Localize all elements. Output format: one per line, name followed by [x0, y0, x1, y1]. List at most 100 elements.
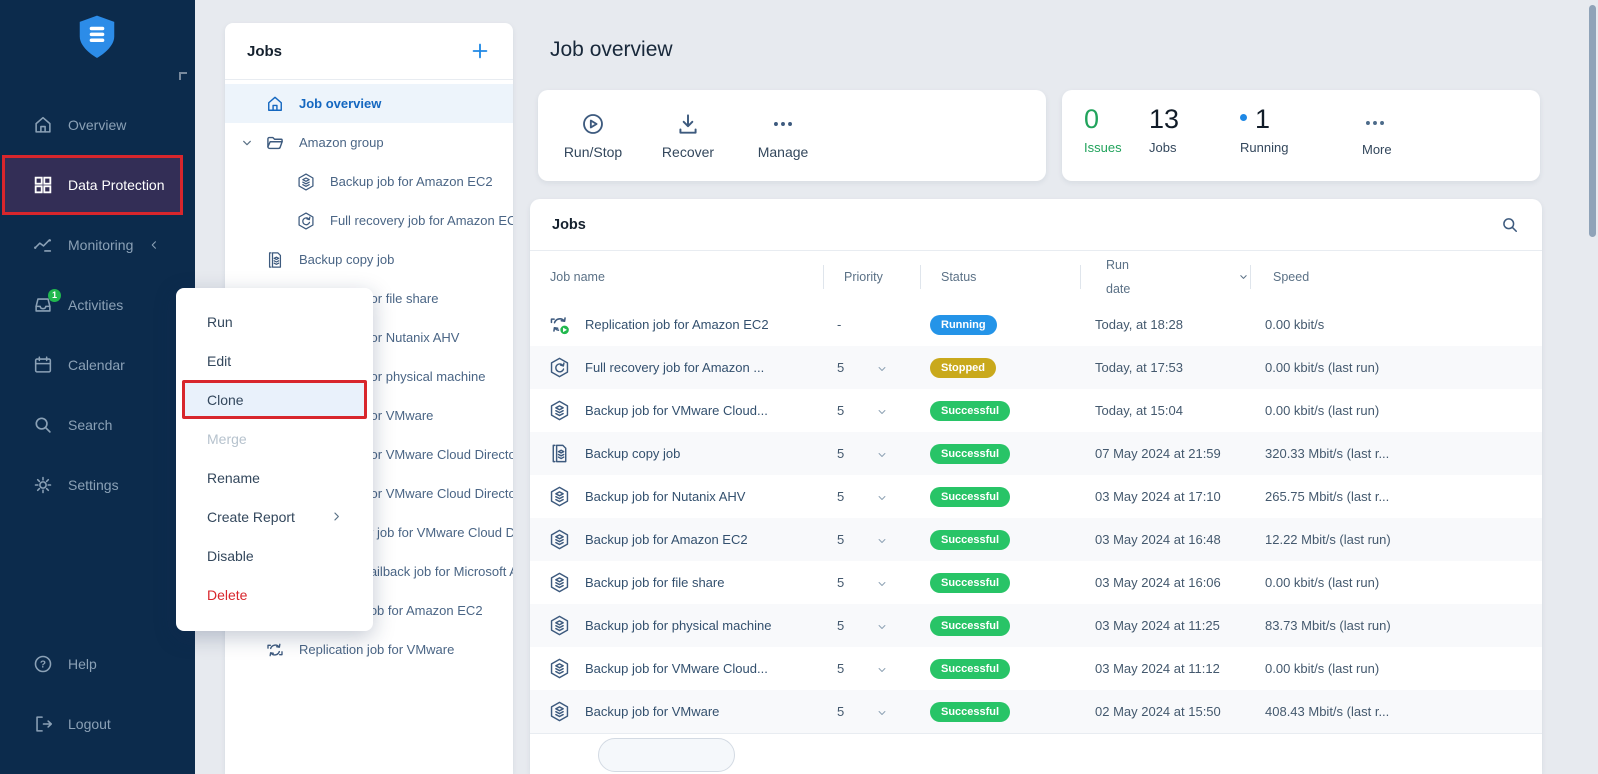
priority-dropdown[interactable] — [875, 576, 889, 590]
sidebar-item-settings[interactable]: Settings — [0, 455, 195, 515]
sidebar-item-logout[interactable]: Logout — [0, 694, 195, 754]
speed-cell: 0.00 kbit/s (last run) — [1250, 575, 1542, 590]
job-name-cell: Full recovery job for Amazon ... — [530, 356, 823, 379]
job-name-cell: Backup copy job — [530, 442, 823, 465]
table-search-button[interactable] — [1500, 215, 1520, 235]
backup-icon — [296, 172, 316, 192]
job-name: Backup job for VMware Cloud... — [585, 661, 768, 676]
priority-dropdown[interactable] — [875, 662, 889, 676]
table-row[interactable]: Backup job for file share5Successful03 M… — [530, 561, 1542, 604]
tree-item-backup-copy-job[interactable]: Backup copy job — [225, 240, 513, 279]
vertical-scrollbar-thumb[interactable] — [1589, 5, 1596, 237]
stat-more[interactable]: More — [1362, 104, 1392, 157]
run-date-cell: Today, at 15:04 — [1080, 403, 1250, 418]
tree-item-backup-job-for-amazon-ec2[interactable]: Backup job for Amazon EC2 — [225, 162, 513, 201]
stat-value: 0 — [1084, 104, 1099, 134]
column-header-priority[interactable]: Priority — [823, 265, 920, 289]
calendar-icon — [32, 354, 54, 376]
table-row[interactable]: Backup job for physical machine5Successf… — [530, 604, 1542, 647]
pagination-button[interactable] — [598, 738, 735, 772]
priority-value: 5 — [837, 532, 844, 547]
stat-running[interactable]: 1Running — [1240, 104, 1288, 155]
ellipsis-icon — [770, 111, 796, 137]
context-menu-item-edit[interactable]: Edit — [176, 341, 373, 380]
menu-item-label: Disable — [207, 548, 254, 564]
run-date-cell: Today, at 18:28 — [1080, 317, 1250, 332]
chevron-down-icon — [875, 706, 889, 720]
table-row[interactable]: Backup job for Nutanix AHV5Successful03 … — [530, 475, 1542, 518]
table-row[interactable]: Backup job for VMware5Successful02 May 2… — [530, 690, 1542, 733]
stat-issues[interactable]: 0Issues — [1084, 104, 1122, 155]
speed-cell: 0.00 kbit/s (last run) — [1250, 661, 1542, 676]
priority-dropdown[interactable] — [875, 533, 889, 547]
activities-count-badge: 1 — [48, 289, 61, 302]
column-header-run-date[interactable]: Run date — [1080, 265, 1250, 289]
toolbar-button-manage[interactable]: Manage — [743, 90, 823, 181]
recovery-icon — [296, 211, 316, 231]
sidebar-item-overview[interactable]: Overview — [0, 95, 195, 155]
context-menu-item-clone[interactable]: Clone — [182, 380, 367, 419]
run-date-cell: 03 May 2024 at 16:48 — [1080, 532, 1250, 547]
context-menu-item-rename[interactable]: Rename — [176, 458, 373, 497]
column-header-label: Job name — [550, 270, 605, 284]
context-menu-item-run[interactable]: Run — [176, 302, 373, 341]
table-row[interactable]: Full recovery job for Amazon ...5Stopped… — [530, 346, 1542, 389]
priority-dropdown[interactable] — [875, 619, 889, 633]
tree-item-label: Replication job for VMware — [299, 642, 454, 657]
status-badge: Running — [930, 315, 997, 335]
sidebar-item-search[interactable]: Search — [0, 395, 195, 455]
tree-item-label: Job overview — [299, 96, 381, 111]
sidebar-item-activities[interactable]: 1Activities — [0, 275, 195, 335]
column-header-label: Status — [941, 270, 976, 284]
table-row[interactable]: Backup copy job5Successful07 May 2024 at… — [530, 432, 1542, 475]
context-menu-item-disable[interactable]: Disable — [176, 536, 373, 575]
job-name-cell: Backup job for Amazon EC2 — [530, 528, 823, 551]
job-name: Backup copy job — [585, 446, 680, 461]
job-name: Backup job for Nutanix AHV — [585, 489, 745, 504]
sidebar-item-calendar[interactable]: Calendar — [0, 335, 195, 395]
home-icon — [265, 94, 285, 114]
context-menu-item-delete[interactable]: Delete — [176, 575, 373, 614]
status-cell: Successful — [920, 573, 1080, 593]
column-header-job-name[interactable]: Job name — [530, 265, 823, 289]
priority-dropdown[interactable] — [875, 705, 889, 719]
toolbar-button-run-stop[interactable]: Run/Stop — [553, 90, 633, 181]
toolbar-button-recover[interactable]: Recover — [648, 90, 728, 181]
table-row[interactable]: Backup job for VMware Cloud...5Successfu… — [530, 389, 1542, 432]
tree-item-label: Backup copy job — [299, 252, 394, 267]
corner-mark — [179, 72, 187, 80]
priority-dropdown[interactable] — [875, 361, 889, 375]
context-menu-item-create-report[interactable]: Create Report — [176, 497, 373, 536]
tree-item-job-overview[interactable]: Job overview — [225, 84, 513, 123]
column-header-speed[interactable]: Speed — [1250, 265, 1542, 289]
tree-item-label: Amazon group — [299, 135, 384, 150]
priority-dropdown[interactable] — [875, 490, 889, 504]
sidebar-item-monitoring[interactable]: Monitoring — [0, 215, 195, 275]
run-date-cell: 03 May 2024 at 17:10 — [1080, 489, 1250, 504]
play-circle-icon — [580, 111, 606, 137]
sidebar-item-data-protection[interactable]: Data Protection — [2, 155, 183, 215]
add-job-button[interactable] — [469, 40, 491, 62]
tree-item-replication-job-for-vmware[interactable]: Replication job for VMware — [225, 630, 513, 669]
status-cell: Stopped — [920, 358, 1080, 378]
speed-cell: 12.22 Mbit/s (last run) — [1250, 532, 1542, 547]
table-row[interactable]: Replication job for Amazon EC2-RunningTo… — [530, 303, 1542, 346]
table-row[interactable]: Backup job for Amazon EC25Successful03 M… — [530, 518, 1542, 561]
priority-dropdown[interactable] — [875, 404, 889, 418]
stat-jobs[interactable]: 13Jobs — [1149, 104, 1179, 155]
tree-item-amazon-group[interactable]: Amazon group — [225, 123, 513, 162]
column-header-status[interactable]: Status — [920, 265, 1080, 289]
context-menu-item-merge: Merge — [176, 419, 373, 458]
sidebar-item-help[interactable]: Help — [0, 634, 195, 694]
stat-label: More — [1362, 142, 1392, 157]
table-footer — [530, 733, 1542, 774]
status-badge: Successful — [930, 573, 1010, 593]
tree-item-full-recovery-job-for-amazon-ec2[interactable]: Full recovery job for Amazon EC2 — [225, 201, 513, 240]
table-row[interactable]: Backup job for VMware Cloud...5Successfu… — [530, 647, 1542, 690]
status-badge: Successful — [930, 487, 1010, 507]
gear-icon — [32, 474, 54, 496]
copy-icon — [548, 442, 571, 465]
job-name: Full recovery job for Amazon ... — [585, 360, 764, 375]
priority-value: 5 — [837, 661, 844, 676]
priority-dropdown[interactable] — [875, 447, 889, 461]
